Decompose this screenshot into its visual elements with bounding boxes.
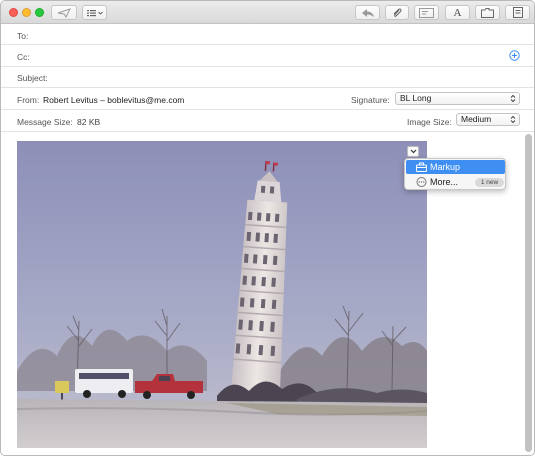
signature-label: Signature: (351, 95, 390, 105)
vertical-scrollbar[interactable] (525, 134, 532, 452)
cc-label: Cc: (17, 52, 30, 62)
stationery-button[interactable] (505, 5, 530, 20)
format-icon (86, 9, 103, 16)
send-icon (57, 7, 71, 18)
mail-compose-window: A To: Cc: Subject: From: Robert Levitus … (0, 0, 535, 456)
cc-row[interactable]: Cc: (1, 45, 534, 67)
from-value[interactable]: Robert Levitus – boblevitus@me.com (43, 95, 184, 105)
stationery-icon (512, 7, 523, 18)
signature-value: BL Long (400, 93, 432, 103)
image-size-value: Medium (461, 114, 492, 124)
attach-button[interactable] (385, 5, 409, 20)
fonts-icon: A (453, 6, 462, 19)
menu-item-label: Markup (430, 162, 461, 172)
image-size-label: Image Size: (407, 117, 452, 127)
menu-item-markup[interactable]: Markup (406, 160, 505, 174)
message-size-value: 82 KB (77, 117, 101, 127)
photo-browser-button[interactable] (475, 5, 500, 20)
message-size-row: Message Size: 82 KB Image Size: Medium (1, 110, 534, 132)
up-down-arrows-icon (510, 94, 516, 103)
extension-menu: Markup More... 1 new (404, 158, 506, 190)
reply-icon (361, 8, 374, 17)
attached-photo[interactable] (17, 141, 427, 448)
new-count-badge: 1 new (475, 178, 504, 187)
header-fields-icon (419, 7, 434, 18)
to-row[interactable]: To: (1, 25, 534, 45)
photo-browser-icon (481, 7, 494, 18)
reply-button[interactable] (355, 5, 380, 20)
menu-item-label: More... (430, 177, 459, 187)
close-window-button[interactable] (9, 8, 18, 17)
leaning-tower-photo (17, 141, 427, 448)
subject-row[interactable]: Subject: (1, 67, 534, 88)
to-label: To: (17, 31, 29, 41)
toolbox-icon (416, 162, 427, 172)
image-size-select[interactable]: Medium (456, 113, 520, 126)
from-label: From: (17, 95, 40, 105)
format-menu-button[interactable] (82, 5, 107, 20)
send-button[interactable] (51, 5, 77, 20)
minimize-window-button[interactable] (22, 8, 31, 17)
up-down-arrows-icon (510, 115, 516, 124)
message-size-label: Message Size: (17, 117, 73, 127)
scrollbar-thumb[interactable] (525, 134, 532, 452)
menu-item-more[interactable]: More... 1 new (406, 175, 505, 189)
add-contact-icon[interactable] (509, 50, 520, 61)
markup-menu-button[interactable] (407, 146, 419, 157)
signature-select[interactable]: BL Long (395, 92, 520, 105)
zoom-window-button[interactable] (35, 8, 44, 17)
more-ellipsis-icon (416, 177, 427, 187)
header-fields-button[interactable] (414, 5, 439, 20)
subject-label: Subject: (17, 73, 48, 83)
from-row: From: Robert Levitus – boblevitus@me.com… (1, 88, 534, 110)
attach-icon (393, 7, 402, 17)
toolbar: A (1, 1, 534, 24)
chevron-down-icon (410, 149, 416, 154)
fonts-button[interactable]: A (445, 5, 470, 20)
